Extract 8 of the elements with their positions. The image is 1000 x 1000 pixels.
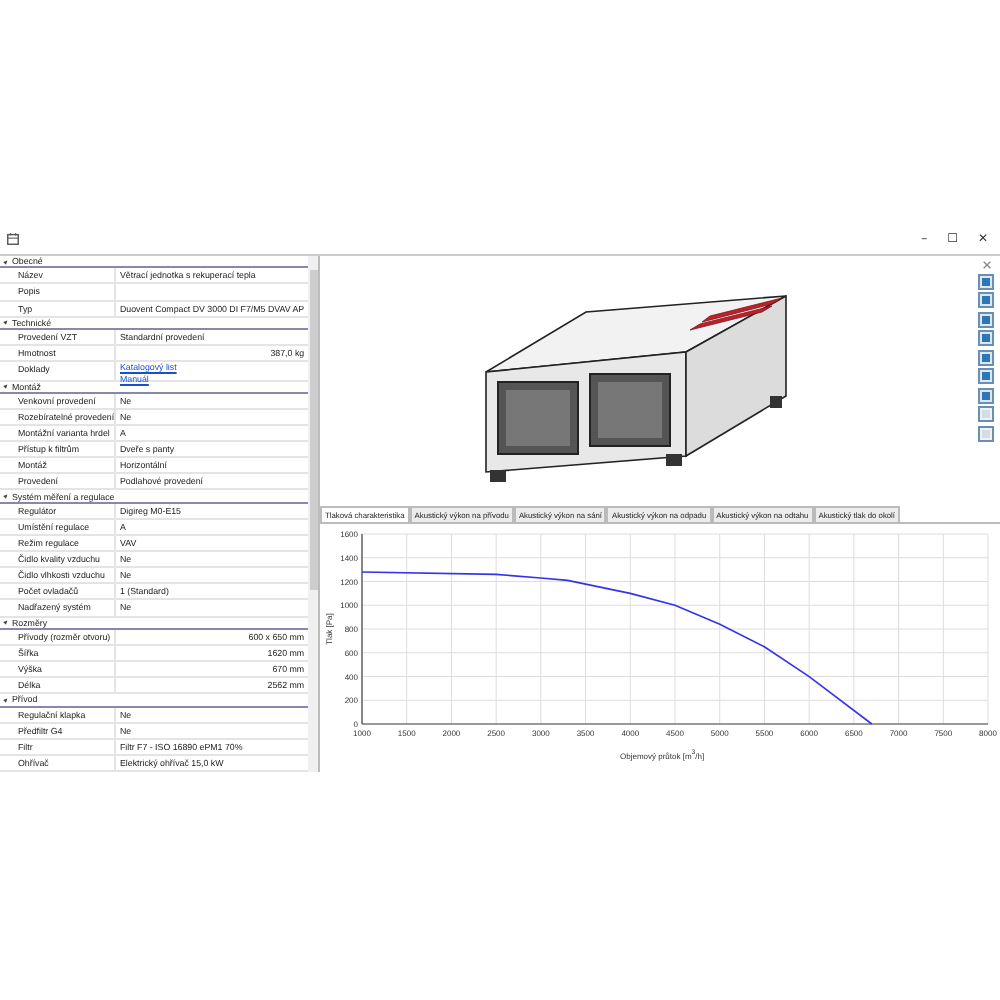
app-icon — [6, 232, 20, 246]
expand-icon[interactable] — [3, 319, 9, 326]
expand-icon[interactable] — [3, 383, 9, 390]
expand-icon[interactable] — [3, 697, 9, 703]
expand-icon[interactable] — [3, 619, 9, 626]
expand-icon[interactable] — [3, 258, 9, 265]
scrollbar[interactable] — [308, 256, 318, 772]
expand-icon[interactable] — [3, 493, 9, 500]
